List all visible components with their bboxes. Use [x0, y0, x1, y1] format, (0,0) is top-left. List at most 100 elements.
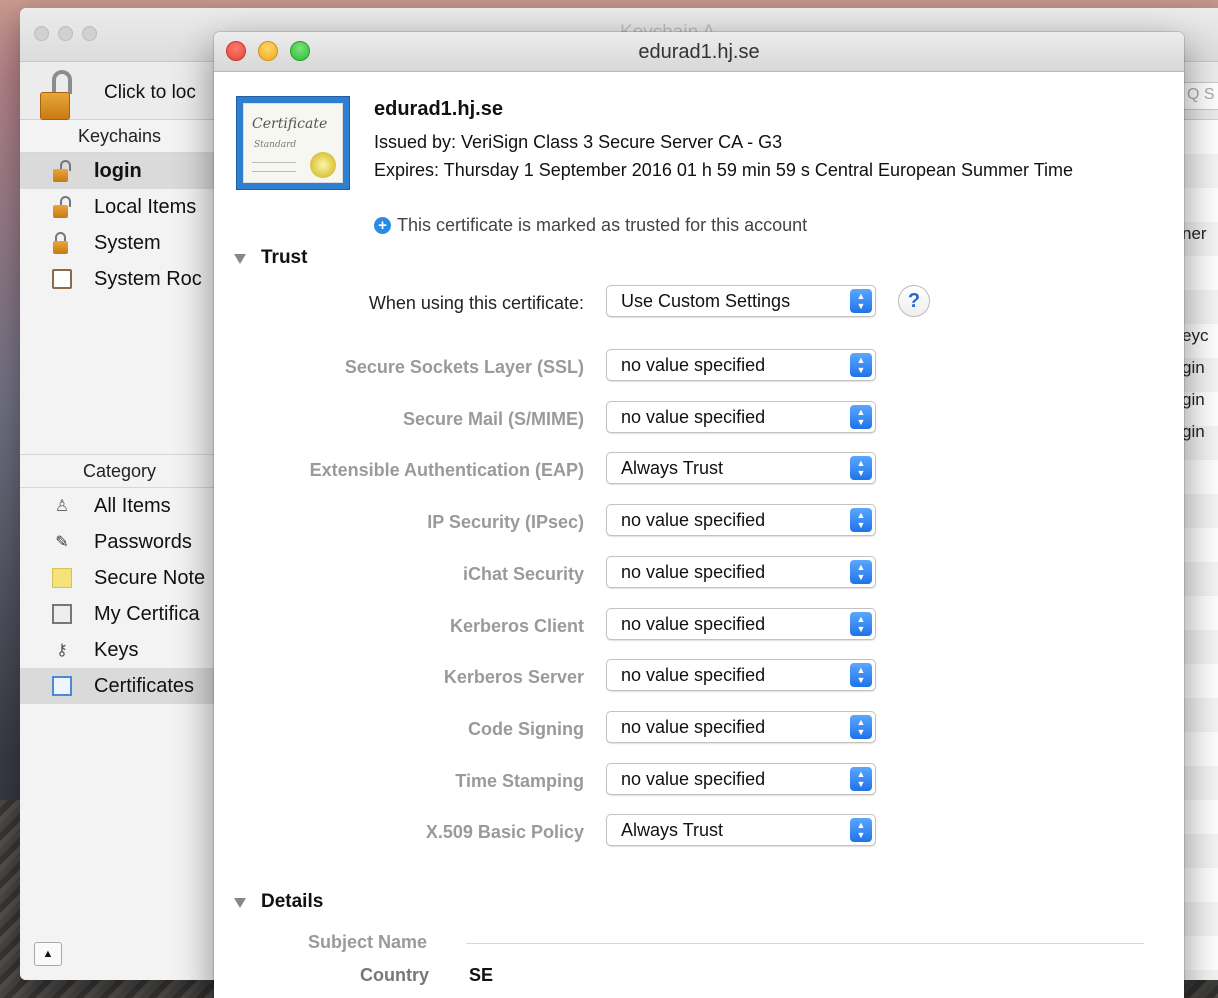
sidebar-item-label: Local Items [94, 195, 197, 218]
people-icon: ♙ [54, 498, 70, 515]
popup-value: Always Trust [621, 458, 724, 478]
policy-label-code-signing: Code Signing [468, 719, 584, 739]
trusted-note: + This certificate is marked as trusted … [374, 215, 807, 236]
subject-name-label: Subject Name [308, 932, 428, 952]
policy-popup-kerberos-client[interactable]: no value specified ▲ ▼ [606, 608, 876, 640]
closed-lock-icon [52, 232, 72, 254]
updown-arrows-icon: ▲ ▼ [850, 353, 872, 377]
popup-value: Use Custom Settings [621, 291, 791, 311]
column-fragment: gin [1182, 390, 1205, 409]
policy-popup-x509[interactable]: Always Trust ▲ ▼ [606, 814, 876, 846]
sidebar-item-passwords[interactable]: ✎ Passwords [20, 524, 219, 560]
policy-label-x509: X.509 Basic Policy [425, 822, 584, 842]
divider [466, 943, 1144, 944]
trust-section-label: Trust [261, 247, 308, 268]
certificate-icon: Certificate Standard [236, 96, 350, 190]
policy-popup-code-signing[interactable]: no value specified ▲ ▼ [606, 711, 876, 743]
sidebar-item-login[interactable]: login [20, 153, 219, 189]
when-using-label: When using this certificate: [368, 293, 584, 313]
popup-value: no value specified [621, 717, 766, 737]
updown-arrows-icon: ▲ ▼ [850, 767, 872, 791]
sidebar-item-keys[interactable]: ⚷ Keys [20, 632, 219, 668]
policy-popup-ssl[interactable]: no value specified ▲ ▼ [606, 349, 876, 381]
open-lock-icon [52, 196, 72, 218]
policy-label-kerberos-server: Kerberos Server [443, 667, 584, 687]
updown-arrows-icon: ▲ ▼ [850, 508, 872, 532]
sidebar-item-my-certificates[interactable]: My Certifica [20, 596, 219, 632]
policy-label-ichat: iChat Security [462, 564, 584, 584]
seal-icon [310, 152, 336, 178]
country-value: SE [469, 965, 494, 985]
popup-value: Always Trust [621, 820, 724, 840]
policy-label-smime: Secure Mail (S/MIME) [402, 409, 584, 429]
certificate-icon [52, 676, 72, 696]
search-field[interactable]: Q S [1178, 82, 1218, 110]
note-icon [52, 568, 72, 588]
policy-label-ssl: Secure Sockets Layer (SSL) [344, 357, 584, 377]
updown-arrows-icon: ▲ ▼ [850, 715, 872, 739]
when-using-popup[interactable]: Use Custom Settings ▲ ▼ [606, 285, 876, 317]
help-button[interactable]: ? [898, 285, 930, 317]
sidebar-item-label: All Items [94, 494, 171, 517]
sidebar-item-system-roots[interactable]: System Roc [20, 261, 219, 297]
details-section-toggle[interactable]: Details [234, 891, 323, 913]
updown-arrows-icon: ▲ ▼ [850, 405, 872, 429]
sidebar-item-label: login [94, 159, 142, 182]
updown-arrows-icon: ▲ ▼ [850, 663, 872, 687]
sidebar-item-label: System [94, 231, 161, 254]
padlock-icon[interactable] [40, 70, 72, 120]
sidebar-item-label: Keys [94, 638, 139, 661]
trusted-note-text: This certificate is marked as trusted fo… [397, 215, 808, 235]
popup-value: no value specified [621, 407, 766, 427]
close-button[interactable] [34, 26, 49, 41]
country-label: Country [360, 965, 429, 985]
column-fragment: gin [1182, 422, 1205, 441]
keychains-header: Keychains [20, 120, 219, 153]
sidebar-item-label: Secure Note [94, 566, 206, 589]
expires: Expires: Thursday 1 September 2016 01 h … [374, 160, 1074, 180]
sidebar-item-label: My Certifica [94, 602, 200, 625]
policy-label-time-stamping: Time Stamping [455, 771, 584, 791]
updown-arrows-icon: ▲ ▼ [850, 560, 872, 584]
popup-value: no value specified [621, 355, 766, 375]
sidebar-item-label: Certificates [94, 674, 195, 697]
window-title: edurad1.hj.se [638, 41, 760, 63]
sidebar-item-secure-notes[interactable]: Secure Note [20, 560, 219, 596]
policy-popup-smime[interactable]: no value specified ▲ ▼ [606, 401, 876, 433]
policy-label-kerberos-client: Kerberos Client [449, 616, 584, 636]
popup-value: no value specified [621, 614, 766, 634]
issued-by: Issued by: VeriSign Class 3 Secure Serve… [374, 132, 783, 152]
policy-popup-ipsec[interactable]: no value specified ▲ ▼ [606, 504, 876, 536]
plus-circle-icon: + [374, 217, 391, 234]
popup-value: no value specified [621, 665, 766, 685]
disclosure-triangle-icon [234, 898, 246, 908]
policy-popup-time-stamping[interactable]: no value specified ▲ ▼ [606, 763, 876, 795]
disclosure-triangle-icon [234, 254, 246, 264]
sidebar-spacer [20, 297, 219, 455]
updown-arrows-icon: ▲ ▼ [850, 456, 872, 480]
pen-icon: ✎ [55, 534, 69, 551]
show-info-button[interactable]: ▲ [34, 942, 62, 966]
zoom-button[interactable] [82, 26, 97, 41]
policy-popup-ichat[interactable]: no value specified ▲ ▼ [606, 556, 876, 588]
keychain-sidebar: Keychains login Local Items System Syste… [20, 120, 220, 980]
certificate-script-sub: Standard [254, 140, 297, 150]
certificate-script-text: Certificate [252, 116, 328, 132]
sidebar-item-system[interactable]: System [20, 225, 219, 261]
details-section-label: Details [261, 891, 324, 912]
updown-arrows-icon: ▲ ▼ [850, 818, 872, 842]
sidebar-item-all-items[interactable]: ♙ All Items [20, 488, 219, 524]
sidebar-item-certificates[interactable]: Certificates [20, 668, 219, 704]
minimize-button[interactable] [58, 26, 73, 41]
policy-popup-kerberos-server[interactable]: no value specified ▲ ▼ [606, 659, 876, 691]
open-lock-icon [52, 160, 72, 182]
policy-popup-eap[interactable]: Always Trust ▲ ▼ [606, 452, 876, 484]
trust-section-toggle[interactable]: Trust [234, 247, 307, 269]
sidebar-item-local-items[interactable]: Local Items [20, 189, 219, 225]
policy-label-ipsec: IP Security (IPsec) [427, 512, 584, 532]
updown-arrows-icon: ▲ ▼ [850, 612, 872, 636]
inactive-traffic-lights [34, 26, 97, 41]
certificate-window: edurad1.hj.se Certificate Standard edura… [214, 32, 1184, 998]
sidebar-item-label: System Roc [94, 267, 202, 290]
lock-label[interactable]: Click to loc [104, 82, 196, 104]
